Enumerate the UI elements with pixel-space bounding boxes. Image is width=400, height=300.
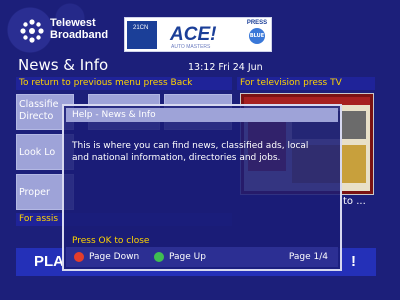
page-title: News & Info	[18, 56, 109, 74]
brand-line2: Broadband	[50, 29, 109, 41]
page-down-button[interactable]: Page Down	[74, 251, 139, 263]
tv-caption: to ...	[343, 196, 366, 207]
clock: 13:12 Fri 24 Jun	[188, 62, 263, 73]
telewest-logo: Telewest Broadband	[18, 14, 123, 50]
close-instruction[interactable]: Press OK to close	[72, 236, 149, 246]
brand-name: Telewest Broadband	[50, 17, 108, 41]
help-dialog: Help - News & Info This is where you can…	[62, 104, 342, 271]
telewest-logo-icon	[20, 19, 44, 43]
promo-text-left: PLA	[34, 253, 64, 270]
press-blue-prompt: PRESS BLUE	[246, 20, 268, 46]
ace-advert-banner[interactable]: 21CN ACE! AUTO MASTERS PRESS BLUE	[124, 17, 272, 52]
green-button-icon	[154, 252, 164, 262]
tile-label: Classifie Directo	[19, 99, 59, 122]
red-button-icon	[74, 252, 84, 262]
banner-subtitle: AUTO MASTERS	[171, 44, 211, 50]
tv-instruction-bar: For television press TV	[237, 77, 375, 90]
page-up-label: Page Up	[169, 252, 206, 262]
tile-label: Look Lo	[19, 147, 56, 158]
help-dialog-title: Help - News & Info	[66, 108, 338, 122]
brand-line1: Telewest	[50, 17, 96, 29]
banner-title: ACE!	[170, 24, 217, 45]
blue-button-icon: BLUE	[249, 28, 265, 44]
page-up-button[interactable]: Page Up	[154, 251, 206, 263]
tile-label: Proper	[19, 187, 50, 198]
back-instruction-bar: To return to previous menu press Back	[16, 77, 232, 90]
promo-text-right: !	[351, 253, 356, 270]
help-dialog-body: This is where you can find news, classif…	[72, 141, 309, 163]
banner-small-text: 21CN	[133, 25, 149, 31]
page-indicator: Page 1/4	[288, 252, 328, 262]
help-dialog-footer: Page Down Page Up Page 1/4	[66, 247, 338, 267]
page-down-label: Page Down	[89, 252, 140, 262]
banner-logo-block: 21CN	[127, 21, 157, 49]
press-label: PRESS	[246, 20, 268, 26]
